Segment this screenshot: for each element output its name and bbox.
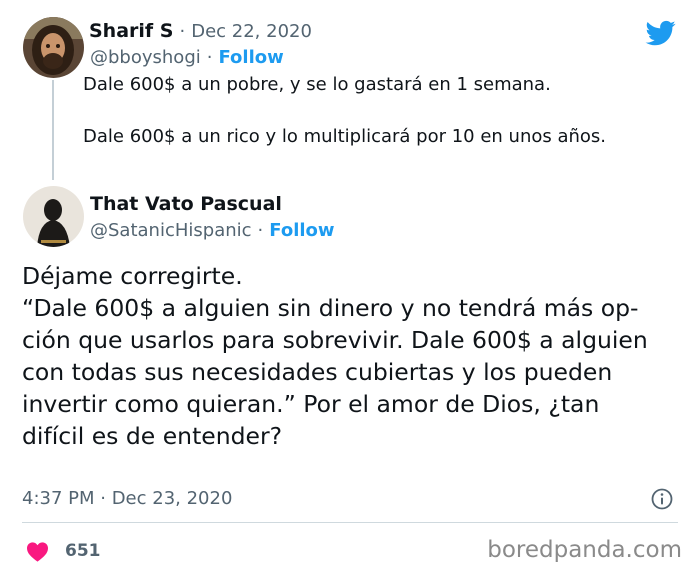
reply-display-name[interactable]: That Vato Pascual: [90, 193, 282, 215]
info-icon[interactable]: [651, 488, 673, 510]
heart-icon: [27, 541, 48, 562]
avatar-sharif-image: [23, 17, 84, 78]
twitter-bird-icon[interactable]: [644, 18, 678, 48]
original-tweet-header: Sharif S · Dec 22, 2020: [89, 18, 312, 44]
reply-follow-separator: ·: [257, 219, 264, 241]
like-button[interactable]: 651: [26, 539, 101, 563]
original-display-name[interactable]: Sharif S: [89, 20, 173, 42]
avatar-vato-image: [23, 186, 84, 247]
original-tweet-text: Dale 600$ a un pobre, y se lo gastará en…: [83, 74, 607, 147]
header-separator: ·: [179, 20, 186, 42]
reply-tweet-text: Déjame corregirte. “Dale 600$ a alguien …: [22, 262, 648, 450]
thread-connector: [52, 80, 54, 180]
reply-handle[interactable]: @SatanicHispanic: [90, 220, 252, 241]
original-follow-button[interactable]: Follow: [218, 47, 283, 68]
reply-handle-line: @SatanicHispanic · Follow: [90, 218, 335, 242]
reply-timestamp[interactable]: 4:37 PM · Dec 23, 2020: [22, 487, 232, 511]
like-count: 651: [65, 541, 101, 561]
original-date[interactable]: Dec 22, 2020: [191, 21, 312, 42]
follow-separator: ·: [206, 46, 213, 68]
reply-tweet-header: That Vato Pascual: [90, 191, 282, 217]
reply-follow-button[interactable]: Follow: [269, 220, 334, 241]
original-handle[interactable]: @bboyshogi: [90, 47, 201, 68]
avatar-sharif[interactable]: [23, 17, 84, 78]
original-handle-line: @bboyshogi · Follow: [90, 45, 284, 69]
avatar-vato[interactable]: [23, 186, 84, 247]
watermark: boredpanda.com: [487, 537, 682, 563]
footer-divider: [22, 522, 678, 523]
